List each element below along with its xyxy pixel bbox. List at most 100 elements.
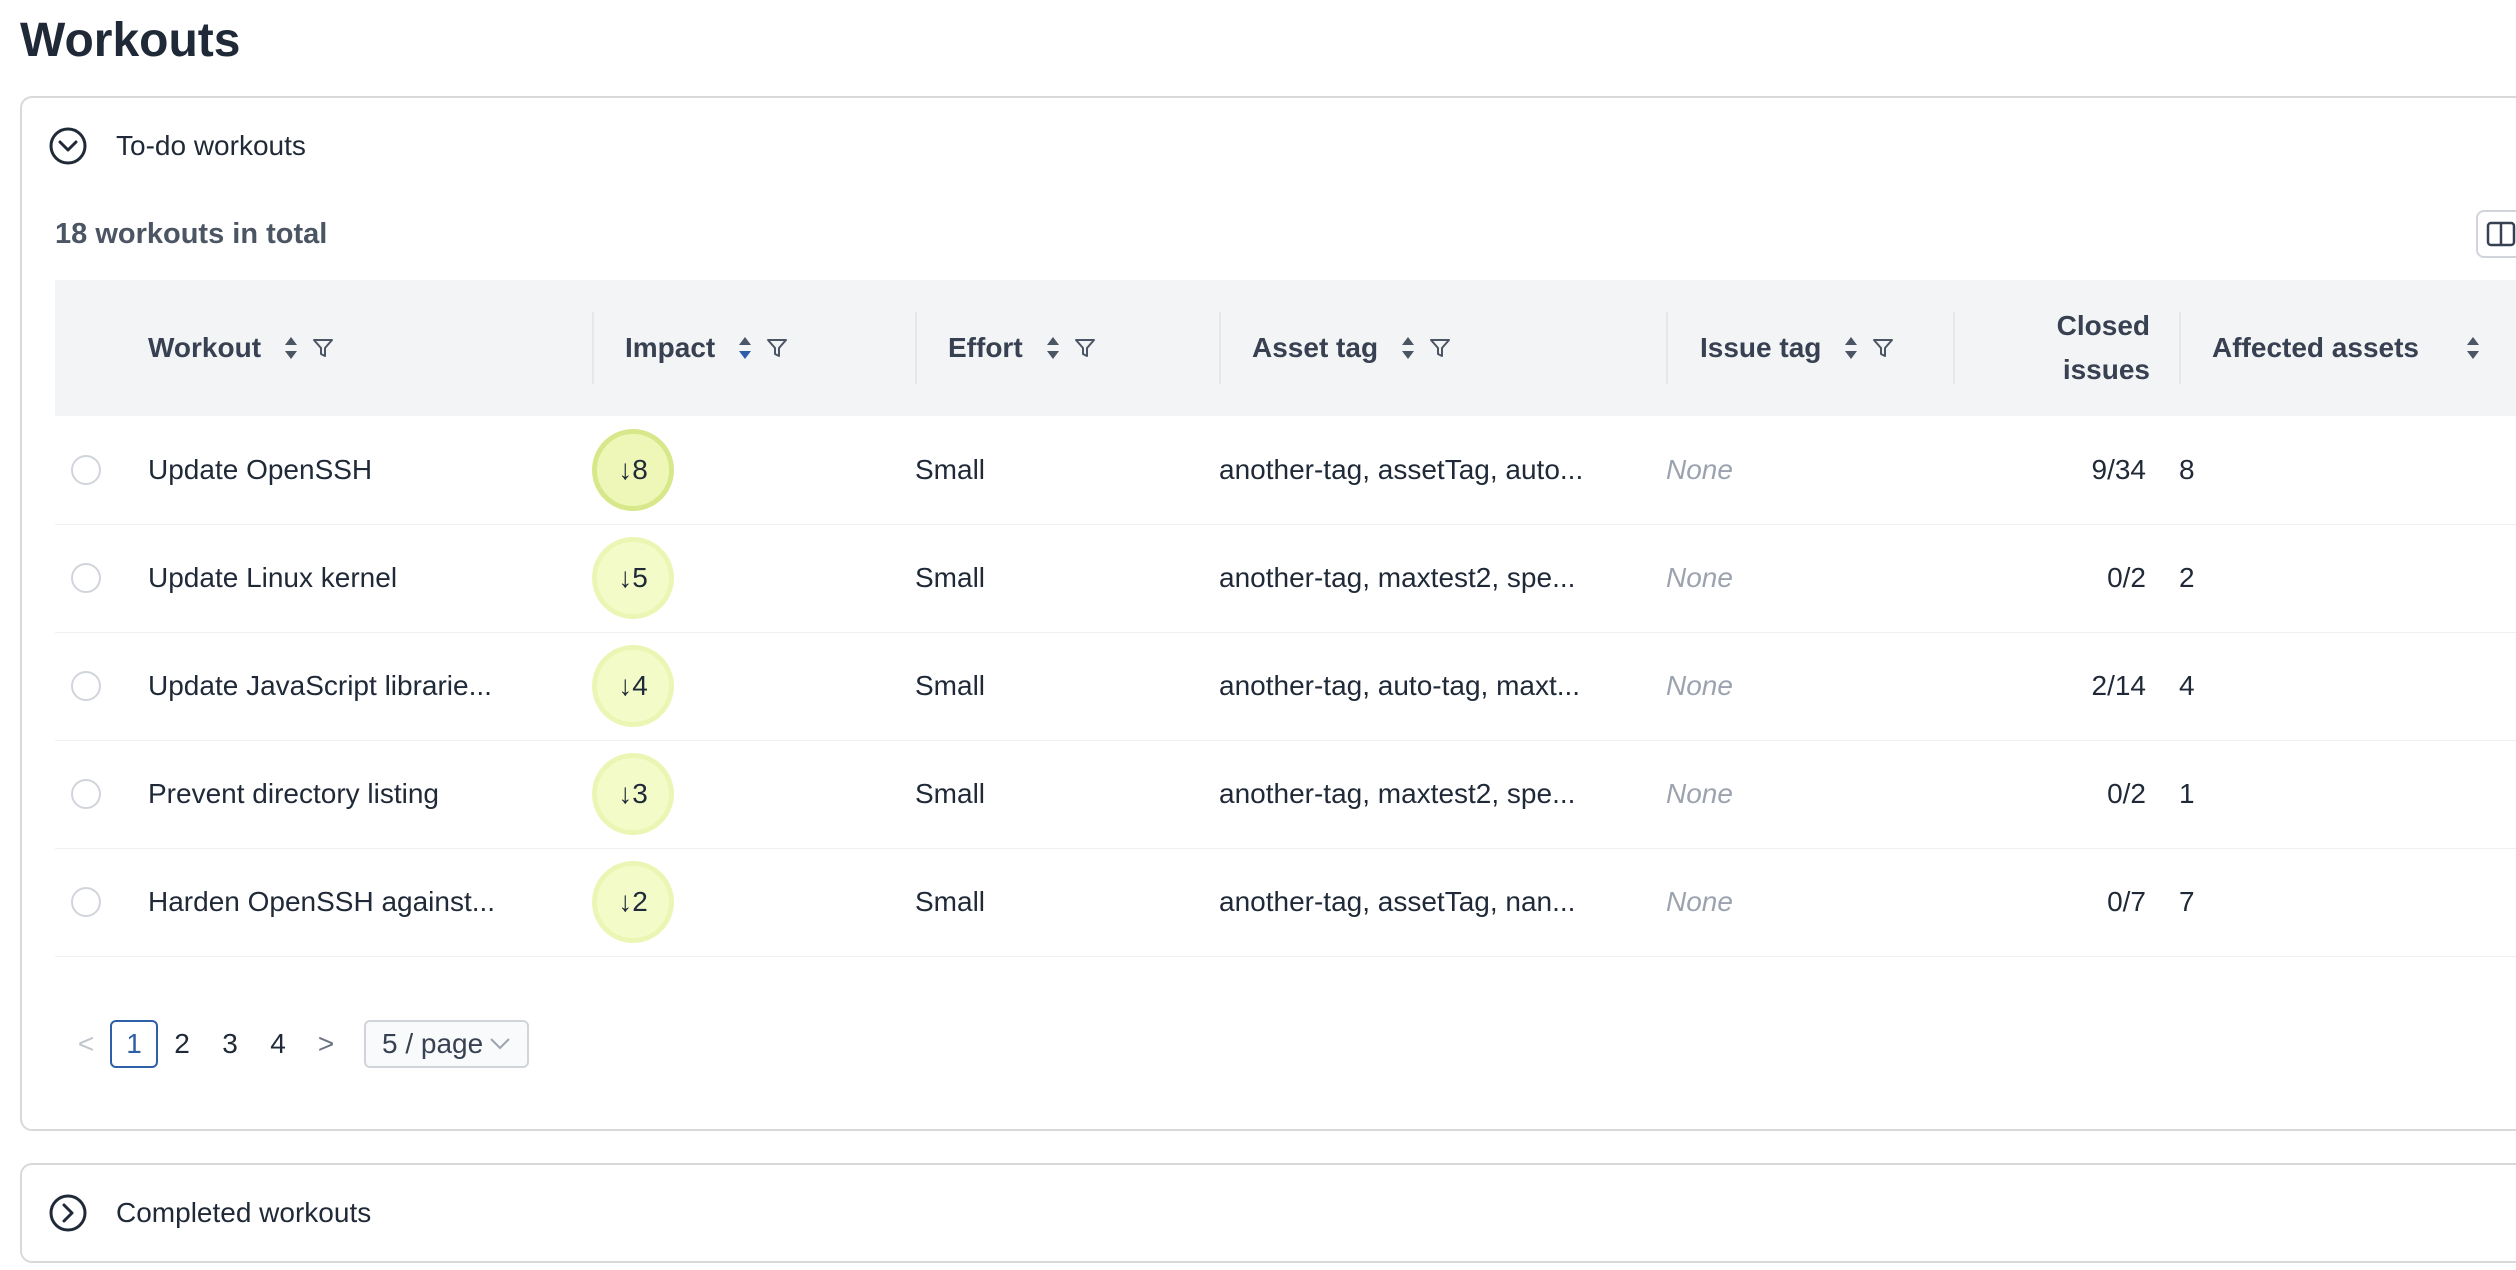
filter-icon[interactable] [311,336,335,360]
completed-workouts-panel: Completed workouts [20,1163,2516,1263]
column-header-affected-assets[interactable]: Affected assets [2212,280,2512,416]
workout-name[interactable]: Update Linux kernel [148,524,397,632]
column-header-closed-issues[interactable]: Closed issues [1990,280,2150,416]
closed-issues-value: 9/34 [2091,454,2147,485]
issue-tag-value: None [1666,670,1733,701]
affected-assets-value: 2 [2179,562,2195,593]
asset-tag-value: another-tag, maxtest2, spe... [1219,562,1576,593]
table-row[interactable]: Update JavaScript librarie... ↓4 Small a… [55,632,2516,741]
table-row[interactable]: Prevent directory listing ↓3 Small anoth… [55,740,2516,849]
issue-tag-value: None [1666,778,1733,809]
column-divider [2179,312,2181,384]
column-header-label: Affected assets [2212,332,2419,363]
closed-issues-value: 2/14 [2091,670,2147,701]
page-title: Workouts [20,14,241,67]
todo-workouts-panel: To-do workouts 18 workouts in total Work… [20,96,2516,1131]
impact-badge: ↓3 [592,753,674,835]
pagination-prev-button[interactable]: < [62,1020,110,1068]
chevron-down-icon [489,1037,511,1051]
column-settings-button[interactable] [2476,210,2516,258]
completed-workouts-label: Completed workouts [116,1197,372,1228]
filter-icon[interactable] [1073,336,1097,360]
sort-icon[interactable] [737,334,753,362]
asset-tag-value: another-tag, assetTag, auto... [1219,454,1584,485]
effort-value: Small [915,886,986,917]
column-header-label: Issue tag [1700,332,1822,363]
row-select-radio[interactable] [71,416,101,524]
closed-issues-value: 0/7 [2107,886,2146,917]
affected-assets-value: 1 [2179,778,2195,809]
row-select-radio[interactable] [71,848,101,956]
impact-badge: ↓4 [592,645,674,727]
completed-workouts-toggle[interactable]: Completed workouts [48,1193,371,1233]
issue-tag-value: None [1666,562,1733,593]
effort-value: Small [915,562,986,593]
column-divider [1219,312,1221,384]
row-select-radio[interactable] [71,632,101,740]
issue-tag-value: None [1666,454,1733,485]
column-header-label: Effort [948,332,1023,363]
filter-icon[interactable] [1428,336,1452,360]
pagination-page-3[interactable]: 3 [206,1020,254,1068]
column-header-label-line1: Closed [2056,310,2150,341]
table-row[interactable]: Update OpenSSH ↓8 Small another-tag, ass… [55,416,2516,525]
sort-icon[interactable] [1843,334,1859,362]
issue-tag-value: None [1666,886,1733,917]
impact-badge: ↓5 [592,537,674,619]
chevron-right-circle-icon [48,1193,88,1233]
sort-icon[interactable] [1045,334,1061,362]
effort-value: Small [915,778,986,809]
pagination-next-button[interactable]: > [302,1020,350,1068]
column-header-label: Workout [148,332,262,363]
todo-workouts-label: To-do workouts [116,130,306,161]
workouts-table: Workout Impact Effort Asset tag Issue ta… [55,280,2516,992]
column-divider [915,312,917,384]
pagination-page-1[interactable]: 1 [110,1020,158,1068]
workout-name[interactable]: Update OpenSSH [148,416,372,524]
column-header-impact[interactable]: Impact [625,280,865,416]
filter-icon[interactable] [1871,336,1895,360]
impact-badge: ↓8 [592,429,674,511]
page-size-value: 5 / page [382,1028,484,1059]
column-header-effort[interactable]: Effort [948,280,1178,416]
chevron-down-circle-icon [48,126,88,166]
sort-icon[interactable] [2465,334,2481,362]
affected-assets-value: 7 [2179,886,2195,917]
table-row[interactable]: Update Linux kernel ↓5 Small another-tag… [55,524,2516,633]
column-divider [592,312,594,384]
column-header-issue-tag[interactable]: Issue tag [1700,280,1950,416]
todo-workouts-toggle[interactable]: To-do workouts [48,126,306,166]
closed-issues-value: 0/2 [2107,562,2146,593]
column-divider [1666,312,1668,384]
workouts-total-count: 18 workouts in total [55,218,328,250]
table-row[interactable]: Harden OpenSSH against... ↓2 Small anoth… [55,848,2516,957]
asset-tag-value: another-tag, maxtest2, spe... [1219,778,1576,809]
row-select-radio[interactable] [71,524,101,632]
sort-icon[interactable] [283,334,299,362]
workout-name[interactable]: Prevent directory listing [148,740,439,848]
affected-assets-value: 4 [2179,670,2195,701]
columns-icon [2486,221,2516,247]
column-divider [1953,312,1955,384]
asset-tag-value: another-tag, auto-tag, maxt... [1219,670,1581,701]
filter-icon[interactable] [765,336,789,360]
affected-assets-value: 8 [2179,454,2195,485]
page-size-select[interactable]: 5 / page [364,1020,530,1068]
column-header-label-line2: issues [2062,354,2150,385]
asset-tag-value: another-tag, assetTag, nan... [1219,886,1576,917]
column-header-label: Asset tag [1252,332,1379,363]
workout-name[interactable]: Update JavaScript librarie... [148,632,492,740]
column-header-workout[interactable]: Workout [148,280,428,416]
column-header-asset-tag[interactable]: Asset tag [1252,280,1632,416]
sort-icon[interactable] [1400,334,1416,362]
table-header: Workout Impact Effort Asset tag Issue ta… [55,280,2516,416]
closed-issues-value: 0/2 [2107,778,2146,809]
row-select-radio[interactable] [71,740,101,848]
column-header-label: Closed issues [2057,304,2150,392]
impact-badge: ↓2 [592,861,674,943]
workout-name[interactable]: Harden OpenSSH against... [148,848,495,956]
pagination: < 1 2 3 4 > 5 / page [62,1020,530,1068]
pagination-page-2[interactable]: 2 [158,1020,206,1068]
effort-value: Small [915,670,986,701]
pagination-page-4[interactable]: 4 [254,1020,302,1068]
